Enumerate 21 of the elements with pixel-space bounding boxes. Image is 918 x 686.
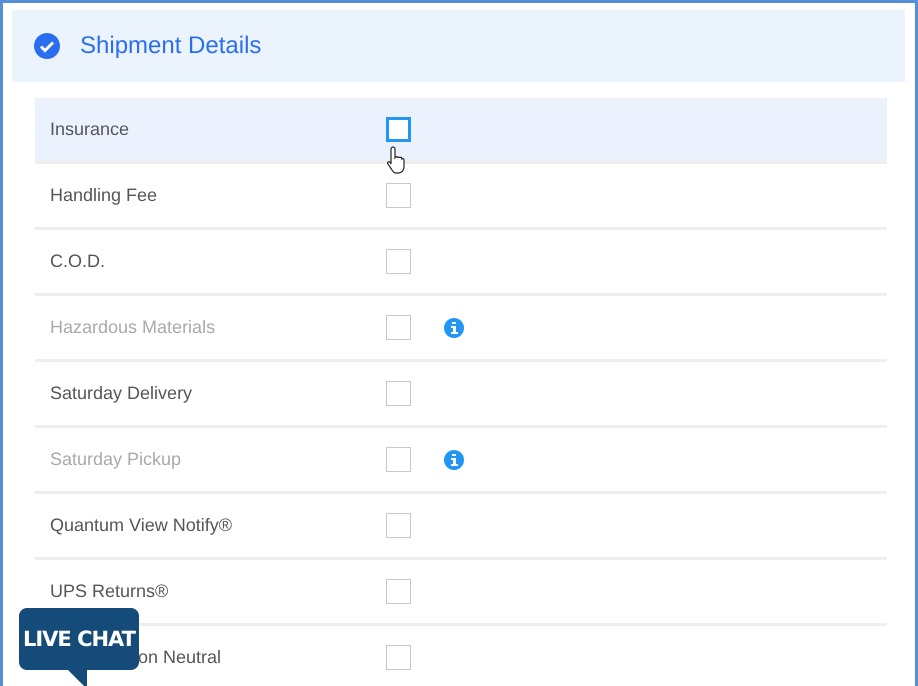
checkbox[interactable] — [386, 579, 411, 604]
section-header[interactable]: Shipment Details — [12, 10, 905, 82]
option-label: Insurance — [50, 119, 130, 140]
option-label: Quantum View Notify® — [50, 515, 234, 536]
section-title: Shipment Details — [80, 32, 262, 60]
option-label: C.O.D. — [50, 251, 106, 272]
option-label: Saturday Delivery — [50, 383, 194, 404]
option-label: UPS Returns® — [50, 581, 170, 602]
option-label: Saturday Pickup — [50, 449, 182, 470]
hand-cursor-icon — [387, 145, 407, 175]
checkbox[interactable] — [386, 381, 411, 406]
option-label: on Neutral — [138, 647, 222, 668]
option-label: Handling Fee — [50, 185, 158, 206]
checkbox[interactable] — [386, 513, 411, 538]
checkbox[interactable] — [386, 249, 411, 274]
live-chat-button[interactable]: LIVE CHAT — [19, 608, 139, 670]
chat-bubble-tail-icon — [67, 669, 87, 686]
checkbox[interactable] — [386, 117, 411, 142]
checkbox[interactable] — [386, 645, 411, 670]
option-label: Hazardous Materials — [50, 317, 216, 338]
checkbox[interactable] — [386, 183, 411, 208]
